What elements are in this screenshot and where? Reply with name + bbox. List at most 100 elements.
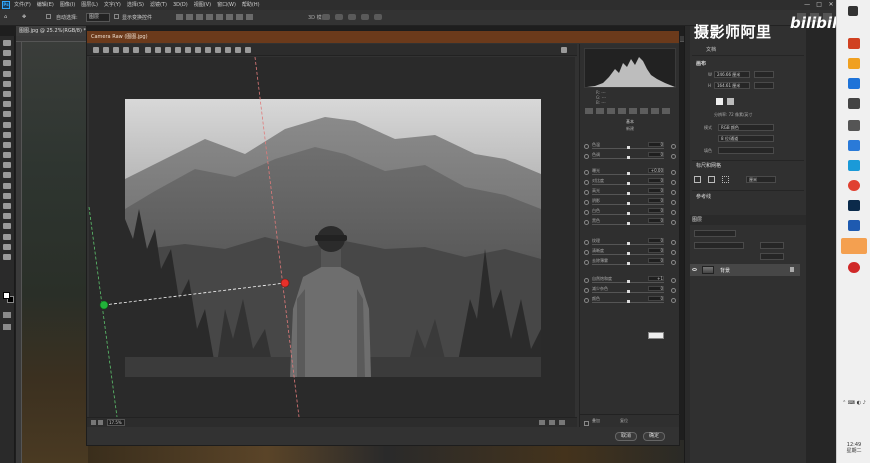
auto-select-dropdown[interactable]: 图层 [86,13,110,22]
taskbar-app-1-icon[interactable] [848,38,860,49]
chrome-icon[interactable] [848,180,860,191]
gradient-tool-icon[interactable] [3,162,11,169]
opacity-field[interactable] [760,242,784,249]
grid-icon[interactable] [708,176,715,183]
type-tool-icon[interactable] [3,203,11,209]
slider-visibility-icon[interactable] [671,298,676,303]
marquee-tool-icon[interactable] [3,50,11,57]
slider-value-field[interactable]: 0 [648,248,664,253]
maximize-button[interactable]: □ [814,0,824,10]
slider-value-field[interactable]: 0 [648,198,664,203]
slider-visibility-icon[interactable] [671,260,676,265]
fill-dropdown[interactable] [718,147,774,154]
slider-visibility-icon[interactable] [671,170,676,175]
magic-wand-icon[interactable] [3,70,11,77]
slider-handle[interactable] [626,242,630,245]
start-icon[interactable] [848,6,858,16]
guide-handle-red[interactable] [280,278,290,288]
slider-visibility-icon[interactable] [671,220,676,225]
slider-handle[interactable] [626,172,630,175]
tab-basic-icon[interactable] [585,108,593,114]
swap-icon[interactable] [549,420,555,425]
minimize-button[interactable]: — [802,0,812,10]
photoshop-taskbar-icon[interactable] [848,200,860,211]
menu-view[interactable]: 视图(V) [194,0,211,10]
slider-visibility-icon[interactable] [671,180,676,185]
vertical-guide-red[interactable] [254,56,300,418]
system-tray[interactable]: ⌃ ⌨ ◐ ♪ [837,400,870,406]
slider-toggle-icon[interactable] [584,154,589,159]
slider-toggle-icon[interactable] [584,180,589,185]
snap-icon[interactable] [722,176,729,183]
slider-toggle-icon[interactable] [584,298,589,303]
healing-brush-icon[interactable] [3,111,11,118]
menu-image[interactable]: 图像(I) [60,0,75,10]
show-transform-checkbox[interactable] [114,14,119,20]
slider-toggle-icon[interactable] [584,144,589,149]
tab-lens-icon[interactable] [640,108,648,114]
ok-button[interactable]: 确定 [643,432,665,441]
layers-tab[interactable]: 图层 [692,216,702,223]
slider-handle[interactable] [626,182,630,185]
calculator-icon[interactable] [848,120,860,131]
word-icon[interactable] [848,220,860,231]
width-field[interactable]: 246.66 厘米 [714,71,750,78]
menu-help[interactable]: 帮助(H) [242,0,260,10]
visibility-eye-icon[interactable] [692,268,697,271]
calendar-icon[interactable] [848,140,860,151]
ruler-icon[interactable] [694,176,701,183]
slider-value-field[interactable]: 0 [648,142,664,147]
foreground-color-swatch[interactable] [3,292,10,299]
slider-value-field[interactable]: +0.00 [648,168,664,173]
more-tools-icon[interactable] [3,253,11,260]
slider-toggle-icon[interactable] [584,200,589,205]
x-field[interactable] [754,71,774,78]
ruler-unit-dropdown[interactable]: 厘米 [746,176,776,183]
menu-layer[interactable]: 图层(L) [81,0,98,10]
menu-window[interactable]: 窗口(W) [217,0,236,10]
clone-stamp-icon[interactable] [3,131,11,138]
slider-value-field[interactable]: 0 [648,218,664,223]
menu-3d[interactable]: 3D(D) [173,0,188,10]
eyedropper-icon[interactable] [3,101,11,108]
history-brush-icon[interactable] [3,141,11,148]
slider-visibility-icon[interactable] [671,200,676,205]
close-button[interactable]: ✕ [826,0,836,10]
reset-label[interactable]: 复位 [620,418,628,424]
landscape-orientation-icon[interactable] [727,98,734,105]
slider-toggle-icon[interactable] [584,260,589,265]
slider-value-field[interactable]: 0 [648,238,664,243]
height-field[interactable]: 164.61 厘米 [714,82,750,89]
slider-toggle-icon[interactable] [584,240,589,245]
document-tab[interactable]: 图图.jpg @ 25.2%(RGB/8) * [16,26,86,36]
crop-tool-icon[interactable] [3,80,11,87]
slider-handle[interactable] [626,212,630,215]
tab-fx-icon[interactable] [651,108,659,114]
hand-tool-icon[interactable] [3,233,11,240]
slider-toggle-icon[interactable] [584,220,589,225]
slider-visibility-icon[interactable] [671,190,676,195]
slider-toggle-icon[interactable] [584,170,589,175]
slider-value-field[interactable]: 0 [648,152,664,157]
tab-calibration-icon[interactable] [662,108,670,114]
color-swatch[interactable] [648,332,664,339]
slider-visibility-icon[interactable] [671,144,676,149]
store-icon[interactable] [848,58,860,69]
slider-toggle-icon[interactable] [584,288,589,293]
cancel-button[interactable]: 取消 [615,432,637,441]
tab-detail-icon[interactable] [607,108,615,114]
slider-handle[interactable] [626,202,630,205]
tab-curve-icon[interactable] [596,108,604,114]
slider-value-field[interactable]: 0 [648,286,664,291]
slider-value-field[interactable]: 0 [648,208,664,213]
record-icon[interactable] [848,262,860,273]
slider-toggle-icon[interactable] [584,250,589,255]
y-field[interactable] [754,82,774,89]
tab-hsl-icon[interactable] [618,108,626,114]
blend-mode-dropdown[interactable] [694,242,744,249]
slider-value-field[interactable]: 0 [648,188,664,193]
mode-dropdown[interactable]: RGB 颜色 [718,124,774,131]
menu-edit[interactable]: 编辑(E) [37,0,54,10]
slider-handle[interactable] [626,252,630,255]
fit-view-icon[interactable] [91,420,96,425]
